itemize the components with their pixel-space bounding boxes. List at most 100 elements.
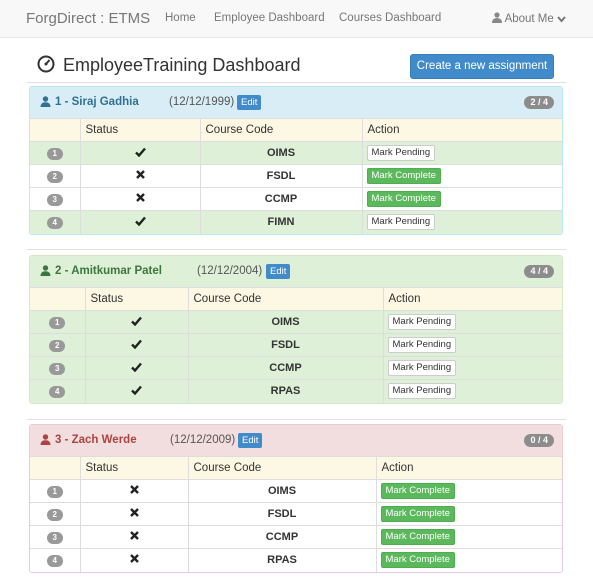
course-code: OIMS <box>200 141 363 165</box>
course-table: Status Course Code Action 1 OIMS Mark Pending… <box>30 287 562 403</box>
row-number-badge: 1 <box>46 147 63 160</box>
row-number-badge: 1 <box>46 485 63 498</box>
course-code: CCMP <box>188 356 384 380</box>
employee-date: (12/12/1999) <box>169 96 235 108</box>
about-me-label: About Me <box>504 13 554 25</box>
course-code: FSDL <box>188 502 377 526</box>
table-header-row: Status Course Code Action <box>30 118 562 142</box>
table-row: 4 RPAS Mark Complete <box>30 548 562 572</box>
mark-complete-button[interactable]: Mark Complete <box>366 168 441 184</box>
row-number-badge: 3 <box>49 362 66 375</box>
edit-button[interactable]: Edit <box>238 433 263 448</box>
table-row: 4 FIMN Mark Pending <box>30 210 562 234</box>
course-code: FSDL <box>188 333 384 357</box>
mark-complete-button[interactable]: Mark Complete <box>380 552 455 569</box>
panel-heading: 3 - Zach Werde (12/12/2009) Edit 0 / 4 <box>30 425 562 456</box>
header-status: Status <box>85 287 189 311</box>
divider <box>27 82 566 83</box>
header-action: Action <box>362 118 562 142</box>
row-number-badge: 3 <box>46 193 63 206</box>
check-icon <box>134 216 146 227</box>
status-cell <box>85 333 189 357</box>
row-number-badge: 4 <box>46 554 63 567</box>
status-cell <box>85 379 189 403</box>
x-icon <box>129 485 139 494</box>
table-row: 3 CCMP Mark Complete <box>30 525 562 549</box>
panel-heading: 2 - Amitkumar Patel (12/12/2004) Edit 4 / 4 <box>30 256 562 287</box>
table-row: 1 OIMS Mark Complete <box>30 479 562 503</box>
page-title: EmployeeTraining Dashboard <box>37 55 300 76</box>
header-course-code: Course Code <box>200 118 363 142</box>
status-cell <box>85 310 189 334</box>
employee-date: (12/12/2009) <box>170 434 236 446</box>
course-code: RPAS <box>188 548 377 572</box>
course-code: FSDL <box>200 164 363 188</box>
table-row: 2 FSDL Mark Pending <box>30 333 562 357</box>
x-icon <box>135 170 145 179</box>
edit-button[interactable]: Edit <box>237 95 262 110</box>
status-cell <box>80 164 201 188</box>
mark-complete-button[interactable]: Mark Complete <box>380 506 455 522</box>
nav-courses-dashboard[interactable]: Courses Dashboard <box>339 12 441 24</box>
divider <box>27 419 566 420</box>
mark-pending-button[interactable]: Mark Pending <box>387 383 457 400</box>
header-course-code: Course Code <box>188 456 377 480</box>
user-icon <box>40 96 51 107</box>
mark-complete-button[interactable]: Mark Complete <box>366 191 441 207</box>
mark-pending-button[interactable]: Mark Pending <box>366 214 436 231</box>
nav-employee-dashboard[interactable]: Employee Dashboard <box>214 12 325 24</box>
row-number-badge: 4 <box>49 385 66 398</box>
check-icon <box>134 147 146 157</box>
x-icon <box>129 554 139 564</box>
employee-panel: 3 - Zach Werde (12/12/2009) Edit 0 / 4 Statu… <box>29 424 563 573</box>
status-cell <box>80 525 189 549</box>
status-cell <box>80 141 201 165</box>
header-number <box>30 118 81 142</box>
table-header-row: Status Course Code Action <box>30 287 562 311</box>
course-code: OIMS <box>188 310 384 334</box>
row-number-badge: 4 <box>46 216 63 229</box>
mark-complete-button[interactable]: Mark Complete <box>380 529 455 545</box>
header-course-code: Course Code <box>188 287 384 311</box>
row-number-badge: 2 <box>49 339 66 352</box>
create-assignment-button[interactable]: Create a new assignment <box>410 54 554 79</box>
navbar: ForgDirect : ETMS Home Employee Dashboar… <box>0 0 593 38</box>
mark-pending-button[interactable]: Mark Pending <box>366 145 436 161</box>
check-icon <box>131 362 142 372</box>
course-code: RPAS <box>188 379 384 403</box>
user-icon <box>40 265 51 276</box>
check-icon <box>131 316 142 326</box>
status-cell <box>80 210 201 234</box>
brand[interactable]: ForgDirect : ETMS <box>26 10 150 27</box>
nav-home[interactable]: Home <box>165 12 196 24</box>
employee-name: 1 - Siraj Gadhia <box>55 96 139 108</box>
employee-panel: 2 - Amitkumar Patel (12/12/2004) Edit 4 / 4… <box>29 255 563 404</box>
status-cell <box>80 187 201 211</box>
completion-badge: 4 / 4 <box>524 265 554 278</box>
mark-pending-button[interactable]: Mark Pending <box>387 314 457 330</box>
chevron-down-icon <box>557 16 566 23</box>
mark-complete-button[interactable]: Mark Complete <box>380 483 455 499</box>
table-row: 3 CCMP Mark Complete <box>30 187 562 211</box>
status-cell <box>80 548 189 572</box>
mark-pending-button[interactable]: Mark Pending <box>387 360 457 376</box>
course-table: Status Course Code Action 1 OIMS Mark Complet… <box>30 456 562 572</box>
row-number-badge: 2 <box>46 170 63 183</box>
header-status: Status <box>80 118 201 142</box>
table-row: 3 CCMP Mark Pending <box>30 356 562 380</box>
user-icon <box>492 12 502 23</box>
status-cell <box>80 479 189 503</box>
row-number-badge: 2 <box>46 508 63 521</box>
table-row: 1 OIMS Mark Pending <box>30 141 562 165</box>
x-icon <box>135 193 145 202</box>
edit-button[interactable]: Edit <box>266 264 291 279</box>
mark-pending-button[interactable]: Mark Pending <box>387 337 457 353</box>
header-number <box>30 456 81 480</box>
completion-badge: 2 / 4 <box>524 96 554 109</box>
employee-panel: 1 - Siraj Gadhia (12/12/1999) Edit 2 / 4 Sta… <box>29 86 563 235</box>
course-code: CCMP <box>200 187 363 211</box>
header-number <box>30 287 86 311</box>
table-row: 4 RPAS Mark Pending <box>30 379 562 403</box>
status-cell <box>80 502 189 526</box>
about-me-dropdown[interactable]: About Me <box>492 12 566 25</box>
